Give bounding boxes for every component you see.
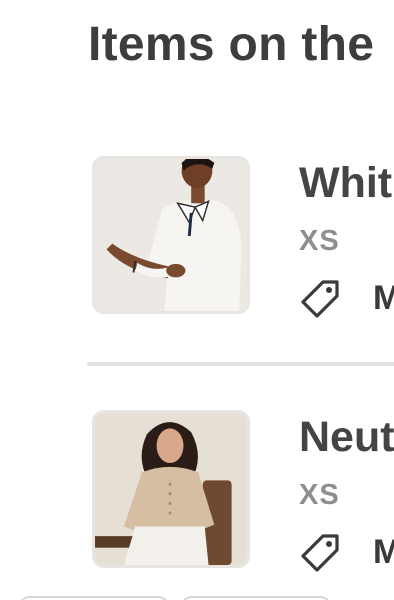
- price-tag-icon: [301, 534, 339, 572]
- bottom-action-button[interactable]: [18, 596, 170, 600]
- bottom-action-button[interactable]: [180, 596, 332, 600]
- price-row: M: [299, 528, 394, 576]
- item-size: XS: [299, 479, 340, 511]
- list-item[interactable]: Whit XS M: [92, 156, 394, 318]
- list-item[interactable]: Neut XS M: [92, 410, 394, 572]
- page-title: Items on the: [88, 18, 375, 71]
- product-thumbnail[interactable]: [92, 410, 250, 568]
- item-size: XS: [299, 225, 340, 257]
- price-row: M: [299, 274, 394, 322]
- item-divider: [87, 362, 394, 366]
- item-name: Whit: [299, 159, 393, 207]
- item-name: Neut: [299, 413, 394, 461]
- price-label: M: [373, 532, 394, 571]
- price-tag-icon: [301, 280, 339, 318]
- product-photo-neutral-cardigan-icon: [95, 413, 247, 565]
- product-photo-white-polo-icon: [95, 159, 247, 311]
- price-label: M: [373, 278, 394, 317]
- order-items-screen: Items on the Whit XS M Neut XS M: [0, 0, 394, 600]
- product-thumbnail[interactable]: [92, 156, 250, 314]
